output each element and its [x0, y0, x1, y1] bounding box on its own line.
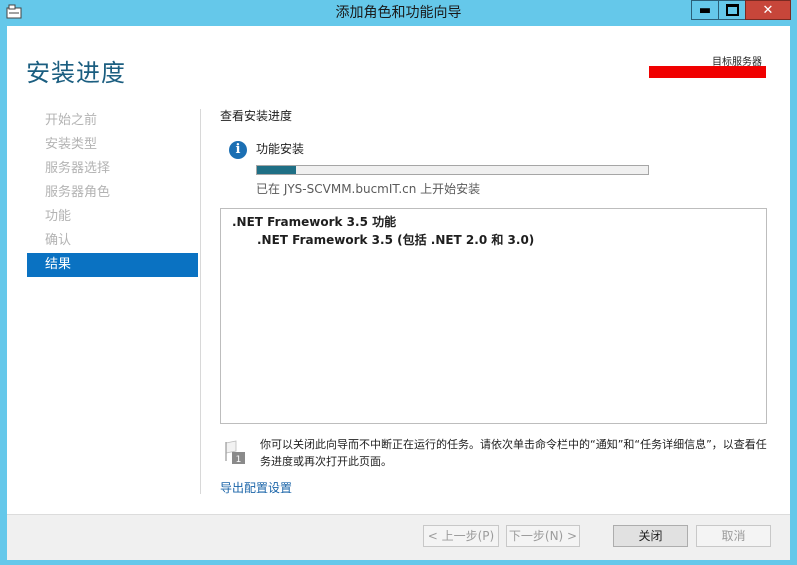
notification-flag-icon: 1: [225, 440, 245, 465]
wizard-content: 安装进度 目标服务器 开始之前 安装类型 服务器选择 服务器角色 功能 确认 结…: [7, 26, 790, 560]
close-wizard-notice: 你可以关闭此向导而不中断正在运行的任务。请依次单击命令栏中的“通知”和“任务详细…: [260, 438, 767, 468]
nav-item-server-selection[interactable]: 服务器选择: [27, 157, 198, 181]
next-button[interactable]: 下一步(N) >: [506, 525, 580, 547]
close-icon: ✕: [762, 2, 774, 18]
nav-item-before-you-begin[interactable]: 开始之前: [27, 109, 198, 133]
nav-item-features[interactable]: 功能: [27, 205, 198, 229]
title-bar[interactable]: 添加角色和功能向导 ▬ ✕: [0, 0, 797, 26]
maximize-button[interactable]: [718, 0, 745, 20]
feature-install-label: 功能安装: [256, 142, 305, 156]
maximize-icon: [725, 4, 739, 16]
install-progress-bar: [256, 165, 649, 175]
button-bar: < 上一步(P) 下一步(N) > 关闭 取消: [7, 514, 790, 560]
wizard-nav: 开始之前 安装类型 服务器选择 服务器角色 功能 确认 结果: [27, 109, 198, 277]
svg-text:1: 1: [236, 455, 242, 465]
nav-item-results[interactable]: 结果: [27, 253, 198, 277]
close-window-button[interactable]: ✕: [745, 0, 791, 20]
section-title: 查看安装进度: [220, 109, 293, 123]
result-feature-group: .NET Framework 3.5 功能: [232, 215, 397, 229]
result-feature-item: .NET Framework 3.5 (包括 .NET 2.0 和 3.0): [257, 233, 535, 247]
wizard-window: 添加角色和功能向导 ▬ ✕ 安装进度 目标服务器 开始之前 安装类型 服务器选择…: [0, 0, 797, 565]
install-status-text: 已在 JYS-SCVMM.bucmIT.cn 上开始安装: [256, 182, 481, 196]
window-title: 添加角色和功能向导: [335, 5, 462, 21]
nav-item-installation-type[interactable]: 安装类型: [27, 133, 198, 157]
target-server-redacted: [649, 66, 766, 78]
nav-divider: [200, 109, 201, 494]
export-configuration-link[interactable]: 导出配置设置: [220, 479, 292, 496]
info-icon: i: [229, 141, 247, 159]
cancel-button[interactable]: 取消: [696, 525, 771, 547]
results-list[interactable]: .NET Framework 3.5 功能 .NET Framework 3.5…: [220, 208, 767, 424]
previous-button[interactable]: < 上一步(P): [423, 525, 499, 547]
minimize-button[interactable]: ▬: [691, 0, 718, 20]
minimize-icon: ▬: [698, 2, 712, 18]
close-button[interactable]: 关闭: [613, 525, 688, 547]
nav-item-server-roles[interactable]: 服务器角色: [27, 181, 198, 205]
nav-item-confirmation[interactable]: 确认: [27, 229, 198, 253]
progress-fill: [257, 166, 297, 174]
page-title: 安装进度: [26, 59, 126, 87]
